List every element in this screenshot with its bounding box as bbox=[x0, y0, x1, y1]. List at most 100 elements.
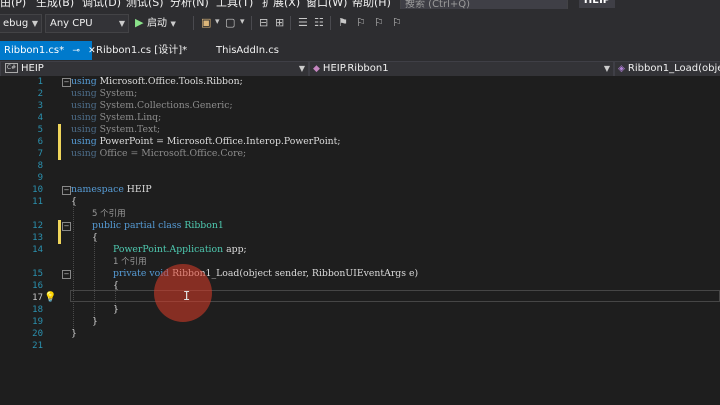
menu-tools[interactable]: 工具(T) bbox=[216, 0, 253, 9]
platform-value: Any CPU bbox=[50, 18, 93, 29]
comment-icon[interactable]: ☰ bbox=[298, 15, 308, 30]
chevron-down-icon: ▼ bbox=[298, 64, 305, 73]
tab-label: Ribbon1.cs* bbox=[4, 45, 65, 56]
tab-thisaddin-cs[interactable]: ThisAddIn.cs bbox=[212, 41, 282, 60]
using-keyword: using bbox=[71, 76, 97, 87]
code-line: 19 } bbox=[0, 316, 720, 328]
document-tab-strip: Ribbon1.cs* ⊸ ✕ Ribbon1.cs [设计]* ThisAdd… bbox=[0, 38, 720, 62]
class-modifiers: public partial class bbox=[92, 220, 182, 231]
navigation-bar: C# HEIP ▼ ◆ HEIP.Ribbon1 ▼ ◈ Ribbon1_Load(o… bbox=[0, 60, 720, 77]
menu-window[interactable]: 窗口(W) bbox=[306, 0, 347, 9]
menu-analyze[interactable]: 分析(N) bbox=[170, 0, 209, 9]
project-dropdown[interactable]: C# HEIP ▼ bbox=[0, 61, 309, 77]
standard-toolbar: ebug ▼ Any CPU ▼ ▶ 启动 ▼ ▣ ▾ ▢ ▾ ⊟ ⊞ ☰ ☷ … bbox=[0, 9, 720, 38]
menu-build[interactable]: 生成(B) bbox=[36, 0, 74, 9]
configuration-value: ebug bbox=[3, 18, 29, 29]
toolbar-separator bbox=[290, 16, 291, 30]
line-number: 18 bbox=[32, 305, 43, 315]
code-line: 15 − private void Ribbon1_Load(object se… bbox=[0, 268, 720, 280]
code-text: { bbox=[71, 196, 77, 207]
code-line: 16 { bbox=[0, 280, 720, 292]
csharp-project-icon: C# bbox=[5, 63, 18, 73]
line-number: 13 bbox=[32, 233, 43, 243]
menu-bar: 由(P) 生成(B) 调试(D) 测试(S) 分析(N) 工具(T) 扩展(X)… bbox=[0, 0, 720, 9]
start-button[interactable]: ▶ 启动 ▼ bbox=[135, 15, 176, 30]
member-dropdown[interactable]: ◈ Ribbon1_Load(objec bbox=[614, 61, 720, 77]
play-icon: ▶ bbox=[135, 16, 144, 29]
lightbulb-icon[interactable]: 💡 bbox=[44, 292, 56, 303]
collapse-icon[interactable]: − bbox=[62, 78, 71, 87]
chevron-down-icon: ▼ bbox=[118, 19, 125, 28]
search-input[interactable]: 搜索 (Ctrl+Q) ⚲ bbox=[400, 0, 568, 9]
code-text: app; bbox=[223, 244, 247, 255]
code-text: Microsoft.Office.Tools.Ribbon; bbox=[99, 76, 243, 87]
code-text: { bbox=[113, 280, 119, 291]
window-icon[interactable]: ▢ bbox=[225, 15, 235, 30]
using-keyword: using bbox=[71, 88, 97, 99]
toolbar-separator bbox=[251, 16, 252, 30]
namespace-keyword: namespace bbox=[71, 184, 124, 195]
menu-help[interactable]: 帮助(H) bbox=[352, 0, 391, 9]
dropdown-icon[interactable]: ▾ bbox=[240, 15, 245, 30]
platform-dropdown[interactable]: Any CPU ▼ bbox=[45, 14, 129, 33]
code-line: 11 { bbox=[0, 196, 720, 208]
code-line: 13 { bbox=[0, 232, 720, 244]
toolbar-separator bbox=[330, 16, 331, 30]
line-number: 2 bbox=[37, 89, 43, 99]
method-icon: ◈ bbox=[618, 64, 625, 74]
line-number: 5 bbox=[37, 125, 43, 135]
bookmark-next-icon[interactable]: ⚐ bbox=[374, 15, 384, 30]
collapse-icon[interactable]: − bbox=[62, 186, 71, 195]
configuration-dropdown[interactable]: ebug ▼ bbox=[0, 14, 42, 33]
line-number: 6 bbox=[37, 137, 43, 147]
align-icon[interactable]: ⊟ bbox=[259, 15, 268, 30]
bookmark-prev-icon[interactable]: ⚐ bbox=[356, 15, 366, 30]
bookmark-clear-icon[interactable]: ⚐ bbox=[392, 15, 402, 30]
tab-label: Ribbon1.cs [设计]* bbox=[96, 45, 188, 56]
code-text: } bbox=[113, 304, 119, 315]
start-label: 启动 bbox=[146, 18, 167, 29]
code-lens-row: 5 个引用 bbox=[0, 208, 720, 220]
tab-label: ThisAddIn.cs bbox=[216, 45, 279, 56]
uncomment-icon[interactable]: ☷ bbox=[314, 15, 324, 30]
menu-debug[interactable]: 调试(D) bbox=[82, 0, 121, 9]
code-text: System.Text; bbox=[99, 124, 161, 135]
code-editor[interactable]: 1 − using Microsoft.Office.Tools.Ribbon;… bbox=[0, 76, 720, 405]
code-lens-references[interactable]: 1 个引用 bbox=[113, 256, 147, 268]
collapse-icon[interactable]: − bbox=[62, 222, 71, 231]
code-text: } bbox=[92, 316, 98, 327]
class-dropdown[interactable]: ◆ HEIP.Ribbon1 ▼ bbox=[309, 61, 614, 77]
code-line: 6 using PowerPoint = Microsoft.Office.In… bbox=[0, 136, 720, 148]
line-number: 16 bbox=[32, 281, 43, 291]
line-number: 1 bbox=[37, 77, 43, 87]
menu-project[interactable]: 由(P) bbox=[0, 0, 26, 9]
tab-ribbon1-cs[interactable]: Ribbon1.cs* ⊸ ✕ bbox=[0, 41, 96, 60]
menu-extensions[interactable]: 扩展(X) bbox=[262, 0, 300, 9]
using-keyword: using bbox=[71, 136, 97, 147]
code-line: 12 − public partial class Ribbon1 bbox=[0, 220, 720, 232]
open-folder-icon[interactable]: ▣ bbox=[201, 15, 211, 30]
code-line: 7 using Office = Microsoft.Office.Core; bbox=[0, 148, 720, 160]
ibeam-cursor-icon: I bbox=[183, 289, 191, 303]
line-number: 8 bbox=[37, 161, 43, 171]
line-number: 3 bbox=[37, 101, 43, 111]
code-text: System.Linq; bbox=[99, 112, 162, 123]
code-line: 5 using System.Text; bbox=[0, 124, 720, 136]
bookmark-icon[interactable]: ⚑ bbox=[338, 15, 348, 30]
line-number: 12 bbox=[32, 221, 43, 231]
code-text: System; bbox=[99, 88, 138, 99]
line-number: 15 bbox=[32, 269, 43, 279]
line-number: 11 bbox=[32, 197, 43, 207]
toolbar-separator bbox=[193, 16, 194, 30]
code-text: System.Collections.Generic; bbox=[99, 100, 233, 111]
pin-icon[interactable]: ⊸ bbox=[72, 46, 80, 56]
code-lens-references[interactable]: 5 个引用 bbox=[92, 208, 126, 220]
solution-name-badge: HEIP bbox=[579, 0, 615, 8]
class-value: HEIP.Ribbon1 bbox=[322, 63, 389, 74]
indent-icon[interactable]: ⊞ bbox=[275, 15, 284, 30]
class-name: Ribbon1 bbox=[184, 220, 224, 231]
tab-ribbon1-designer[interactable]: Ribbon1.cs [设计]* bbox=[92, 41, 202, 60]
menu-test[interactable]: 测试(S) bbox=[126, 0, 164, 9]
collapse-icon[interactable]: − bbox=[62, 270, 71, 279]
dropdown-icon[interactable]: ▾ bbox=[215, 15, 220, 30]
